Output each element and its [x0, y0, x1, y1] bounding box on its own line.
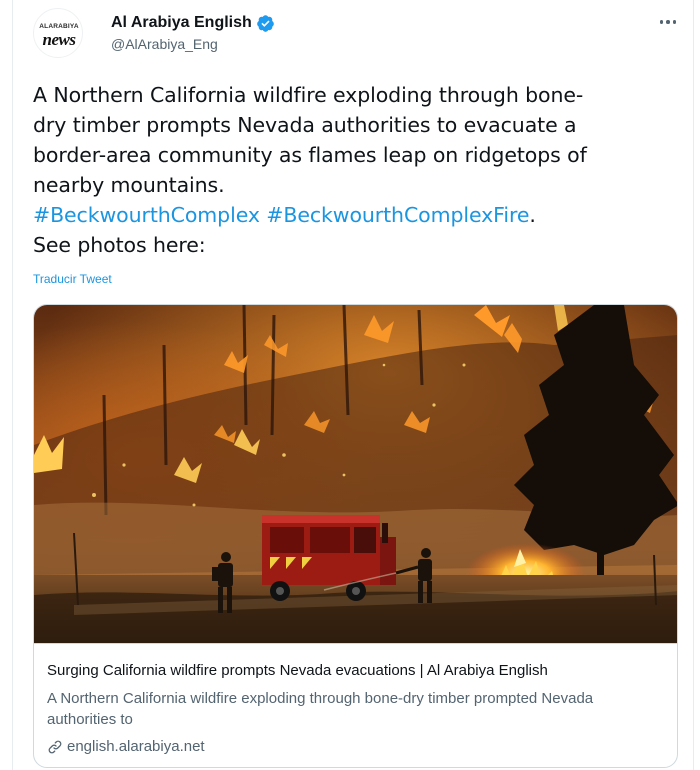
hashtag-link[interactable]: #BeckwourthComplexFire — [266, 203, 529, 227]
link-card-title[interactable]: Surging California wildfire prompts Neva… — [47, 662, 548, 679]
avatar-logo-text: news — [42, 30, 76, 49]
tweet-header: ALARABIYA news Al Arabiya English @AlAra… — [33, 8, 683, 70]
tweet-text-line: A Northern California wildfire exploding… — [33, 83, 584, 107]
wildfire-photo[interactable] — [34, 305, 678, 643]
avatar-brand-text: ALARABIYA — [39, 23, 79, 30]
author-handle[interactable]: @AlArabiya_Eng — [111, 36, 218, 52]
link-icon — [48, 740, 62, 753]
tweet-text: A Northern California wildfire exploding… — [33, 80, 683, 260]
verified-badge-icon — [256, 14, 274, 32]
link-card-domain-row[interactable]: english.alarabiya.net — [47, 738, 205, 755]
avatar[interactable]: ALARABIYA news — [33, 8, 83, 58]
link-card-details[interactable]: Surging California wildfire prompts Neva… — [34, 643, 677, 767]
author-name-line: Al Arabiya English — [111, 12, 275, 34]
link-preview-card[interactable]: Surging California wildfire prompts Neva… — [33, 304, 678, 768]
hashtag-trailing-punctuation: . — [529, 203, 536, 227]
tweet-closing-line: See photos here: — [33, 233, 206, 257]
more-options-icon[interactable] — [655, 12, 681, 32]
author-display-name[interactable]: Al Arabiya English — [111, 14, 252, 32]
tweet-text-line: dry timber prompts Nevada authorities to… — [33, 113, 577, 137]
link-card-domain[interactable]: english.alarabiya.net — [67, 738, 205, 755]
tweet-text-line: border-area community as flames leap on … — [33, 143, 587, 167]
translate-tweet-link[interactable]: Traducir Tweet — [33, 272, 112, 286]
tweet-text-line: nearby mountains. — [33, 173, 225, 197]
hashtag-link[interactable]: #BeckwourthComplex — [33, 203, 260, 227]
hashtag-line: #BeckwourthComplex #BeckwourthComplexFir… — [33, 200, 683, 230]
link-card-description: A Northern California wildfire exploding… — [47, 690, 594, 728]
tweet-card: ALARABIYA news Al Arabiya English @AlAra… — [12, 0, 694, 770]
